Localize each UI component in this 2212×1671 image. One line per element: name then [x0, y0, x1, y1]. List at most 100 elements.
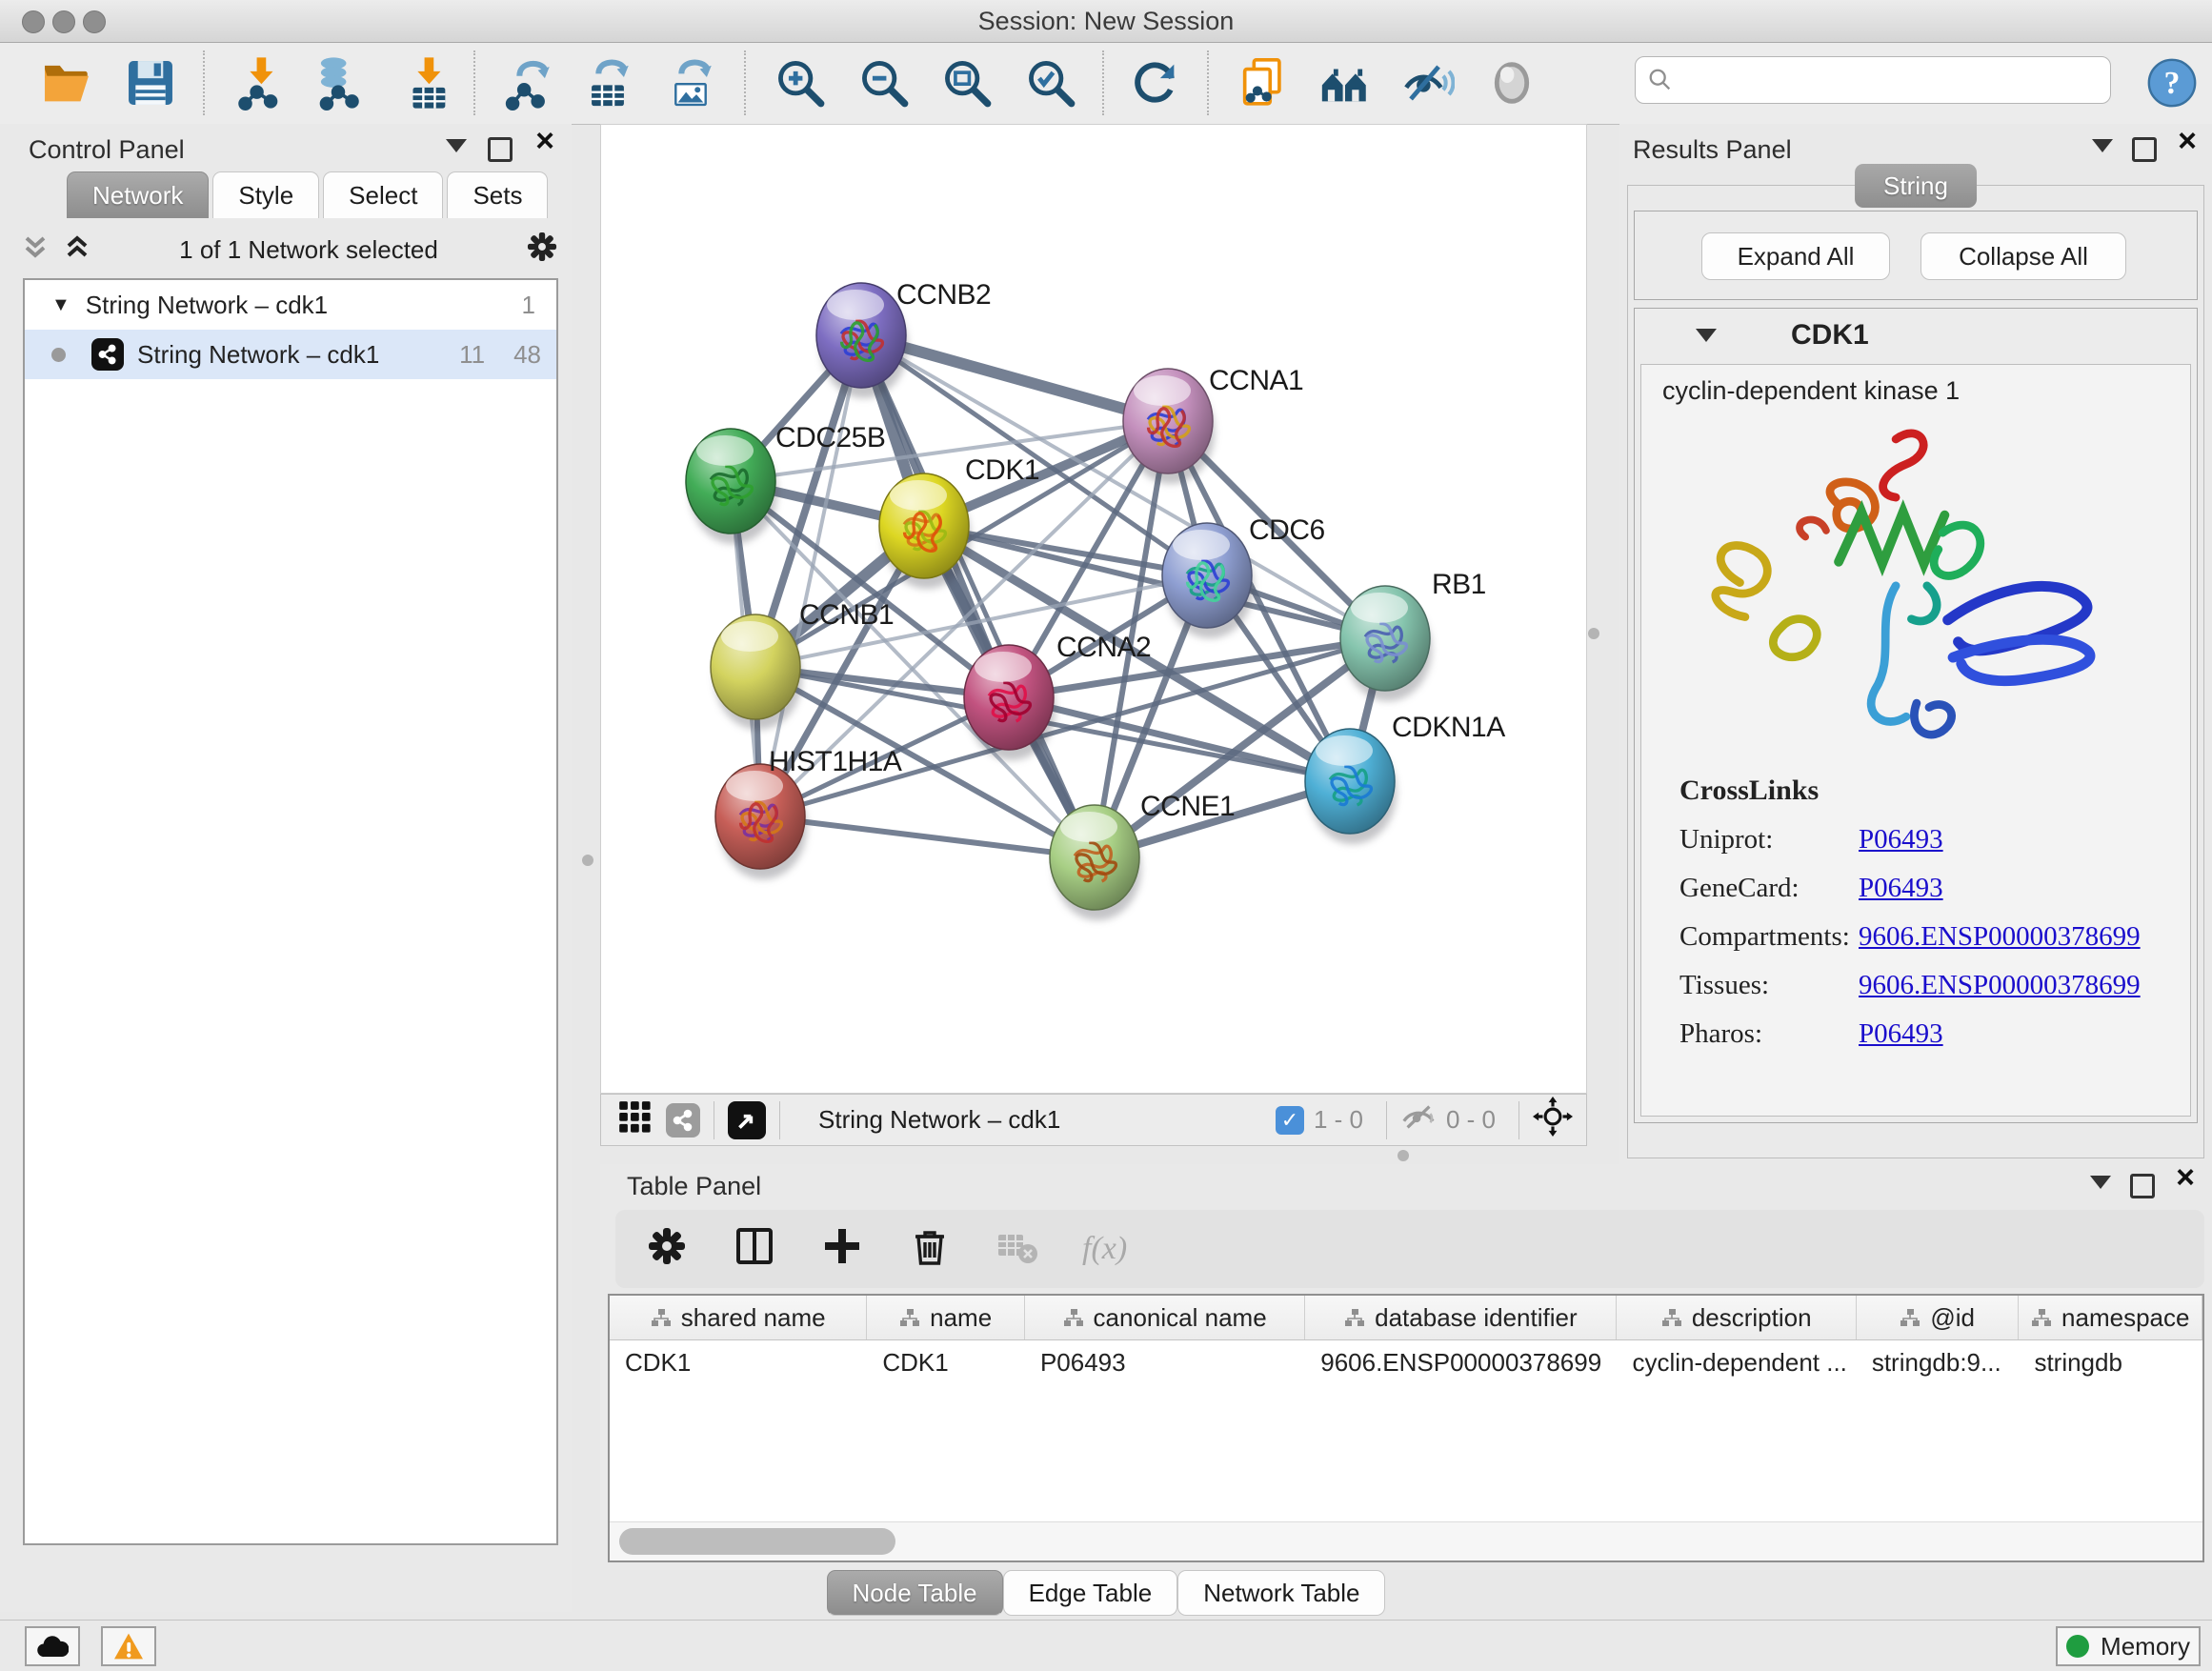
- hidden-eye-icon[interactable]: [1400, 1102, 1437, 1137]
- network-view-row[interactable]: String Network – cdk1 11 48: [25, 330, 556, 379]
- tab-node-table[interactable]: Node Table: [827, 1570, 1003, 1616]
- string-results-container: Expand All Collapse All CDK1 cyclin-depe…: [1627, 185, 2204, 1158]
- table-cell[interactable]: CDK1: [867, 1340, 1025, 1384]
- table-row[interactable]: CDK1CDK1P064939606.ENSP00000378699cyclin…: [610, 1340, 2202, 1384]
- memory-ok-dot-icon: [2066, 1635, 2089, 1658]
- export-table-icon[interactable]: [577, 52, 638, 113]
- section-expander-icon[interactable]: [1696, 329, 1717, 342]
- network-view-share-icon[interactable]: [666, 1103, 700, 1137]
- node-CCNE1[interactable]: CCNE1: [1050, 791, 1235, 920]
- expand-all-button[interactable]: Expand All: [1701, 232, 1890, 280]
- crosslink-link[interactable]: 9606.ENSP00000378699: [1859, 921, 2141, 952]
- show-all-icon[interactable]: [1481, 52, 1542, 113]
- crosslink-link[interactable]: P06493: [1859, 1018, 1943, 1049]
- horizontal-splitter-handle[interactable]: [1398, 1150, 1409, 1161]
- table-cell[interactable]: 9606.ENSP00000378699: [1305, 1340, 1617, 1384]
- save-session-icon[interactable]: [120, 52, 181, 113]
- refresh-icon[interactable]: [1125, 52, 1186, 113]
- import-network-from-database-icon[interactable]: [308, 52, 369, 113]
- help-icon[interactable]: ?: [2142, 52, 2202, 113]
- node-HIST1H1A[interactable]: HIST1H1A: [715, 746, 902, 879]
- network-options-gear-icon[interactable]: [524, 229, 560, 272]
- column-header-canonical-name[interactable]: canonical name: [1025, 1296, 1305, 1339]
- node-table: shared namenamecanonical name database id…: [608, 1294, 2204, 1562]
- tab-sets[interactable]: Sets: [447, 171, 548, 218]
- column-header-shared-name[interactable]: shared name: [610, 1296, 867, 1339]
- grid-view-icon[interactable]: [616, 1098, 653, 1141]
- tab-style[interactable]: Style: [212, 171, 319, 218]
- export-network-icon[interactable]: [498, 52, 559, 113]
- column-header-name[interactable]: name: [867, 1296, 1025, 1339]
- column-header-label: database identifier: [1375, 1303, 1577, 1333]
- collapse-all-button[interactable]: Collapse All: [1920, 232, 2126, 280]
- table-cell[interactable]: CDK1: [610, 1340, 867, 1384]
- tab-network[interactable]: Network: [67, 171, 209, 218]
- tab-string[interactable]: String: [1855, 164, 1977, 208]
- crosslink-link[interactable]: P06493: [1859, 824, 1943, 855]
- column-header-namespace[interactable]: namespace: [2019, 1296, 2202, 1339]
- selected-nodes-checkbox-icon[interactable]: ✓: [1276, 1106, 1304, 1135]
- results-panel-float-button[interactable]: [2092, 139, 2113, 152]
- memory-button[interactable]: Memory: [2056, 1626, 2201, 1666]
- table-panel-maximize-button[interactable]: [2130, 1174, 2155, 1198]
- edge-CCNB2-HIST1H1A[interactable]: [760, 335, 861, 816]
- delete-column-icon[interactable]: [907, 1223, 953, 1276]
- crosslink-link[interactable]: P06493: [1859, 873, 1943, 903]
- collapse-all-chevron-icon[interactable]: [23, 232, 51, 268]
- control-panel-float-button[interactable]: [446, 139, 467, 152]
- table-cell[interactable]: cyclin-dependent ...: [1617, 1340, 1856, 1384]
- tab-network-table[interactable]: Network Table: [1177, 1570, 1385, 1616]
- node-RB1[interactable]: RB1: [1340, 569, 1486, 701]
- right-splitter-handle[interactable]: [1588, 628, 1599, 639]
- clone-network-icon[interactable]: [1233, 52, 1294, 113]
- control-panel-title: Control Panel: [29, 135, 185, 165]
- scrollbar-thumb[interactable]: [619, 1528, 895, 1555]
- add-column-icon[interactable]: [819, 1223, 865, 1276]
- column-header-database-identifier[interactable]: database identifier: [1305, 1296, 1617, 1339]
- expand-all-chevron-icon[interactable]: [65, 232, 93, 268]
- node-CCNB1[interactable]: CCNB1: [711, 599, 894, 730]
- zoom-selected-icon[interactable]: [1020, 52, 1081, 113]
- node-CDKN1A[interactable]: CDKN1A: [1305, 712, 1505, 844]
- open-session-icon[interactable]: [36, 52, 97, 113]
- table-cell[interactable]: stringdb: [2019, 1340, 2202, 1384]
- cloud-status-button[interactable]: [25, 1626, 80, 1666]
- protein-section-header[interactable]: CDK1: [1635, 309, 2197, 362]
- node-CCNB2[interactable]: CCNB2: [816, 279, 991, 398]
- zoom-fit-icon[interactable]: [936, 52, 997, 113]
- birdseye-view-icon[interactable]: [728, 1101, 766, 1139]
- hide-selected-icon[interactable]: [1397, 52, 1458, 113]
- tab-select[interactable]: Select: [323, 171, 443, 218]
- table-panel-float-button[interactable]: [2090, 1176, 2111, 1189]
- results-panel-title: Results Panel: [1633, 135, 1792, 165]
- table-panel-close-button[interactable]: ×: [2176, 1168, 2195, 1187]
- warning-status-button[interactable]: [101, 1626, 156, 1666]
- tab-edge-table[interactable]: Edge Table: [1003, 1570, 1178, 1616]
- show-columns-icon[interactable]: [732, 1223, 777, 1276]
- import-network-icon[interactable]: [229, 52, 290, 113]
- left-splitter-handle[interactable]: [582, 855, 593, 866]
- column-header-description[interactable]: description: [1617, 1296, 1856, 1339]
- network-canvas[interactable]: CCNB2CCNA1CDC25BCDK1CDC6RB1CCNB1CCNA2CDK…: [600, 124, 1587, 1094]
- table-options-gear-icon[interactable]: [644, 1223, 690, 1276]
- zoom-out-icon[interactable]: [854, 52, 915, 113]
- table-cell[interactable]: stringdb:9...: [1857, 1340, 2020, 1384]
- fit-content-crosshair-icon[interactable]: [1533, 1097, 1573, 1143]
- search-input[interactable]: [1674, 65, 2099, 96]
- column-header--id[interactable]: @id: [1857, 1296, 2020, 1339]
- collection-expander-icon[interactable]: ▼: [51, 294, 70, 316]
- edge-CCNE1-HIST1H1A[interactable]: [760, 816, 1095, 857]
- search-box[interactable]: [1635, 56, 2111, 104]
- import-table-icon[interactable]: [396, 52, 457, 113]
- control-panel-maximize-button[interactable]: [488, 137, 513, 162]
- network-collection-row[interactable]: ▼ String Network – cdk1 1: [25, 280, 556, 330]
- export-image-icon[interactable]: [660, 52, 721, 113]
- table-horizontal-scrollbar[interactable]: [610, 1521, 2202, 1560]
- results-panel-maximize-button[interactable]: [2132, 137, 2157, 162]
- control-panel-close-button[interactable]: ×: [535, 131, 554, 151]
- neighborhood-houses-icon[interactable]: [1315, 52, 1376, 113]
- crosslink-link[interactable]: 9606.ENSP00000378699: [1859, 970, 2141, 1000]
- table-cell[interactable]: P06493: [1025, 1340, 1305, 1384]
- zoom-in-icon[interactable]: [770, 52, 831, 113]
- results-panel-close-button[interactable]: ×: [2178, 131, 2197, 151]
